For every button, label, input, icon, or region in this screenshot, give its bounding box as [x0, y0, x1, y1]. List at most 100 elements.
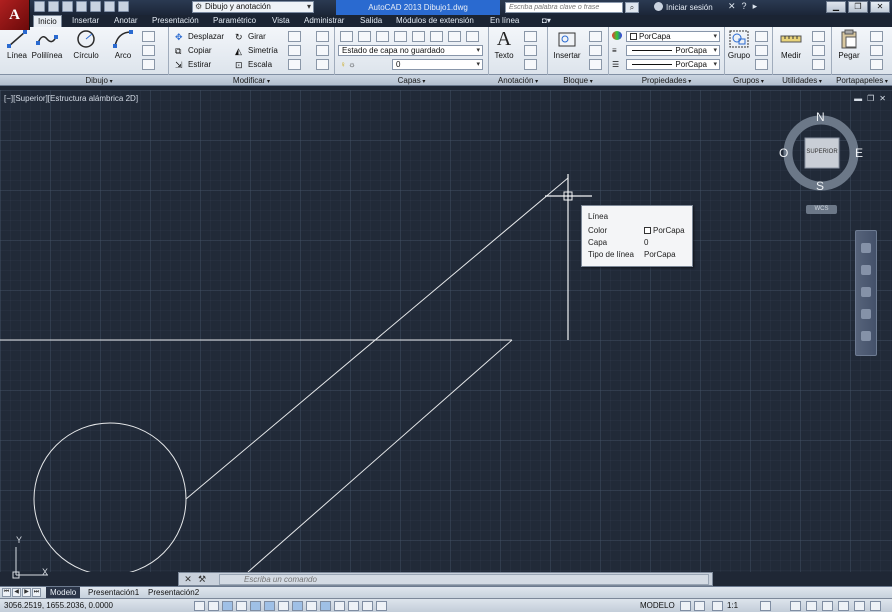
panel-portapapeles[interactable]: Portapapeles	[832, 75, 892, 86]
compass-north[interactable]: N	[816, 110, 825, 124]
quick-properties-icon[interactable]	[362, 601, 373, 611]
save-as-icon[interactable]	[76, 1, 87, 12]
panel-modificar[interactable]: Modificar	[169, 75, 334, 86]
clean-screen-icon[interactable]	[870, 601, 881, 611]
layer-icon[interactable]	[466, 31, 479, 42]
tab-modulos[interactable]: Módulos de extensión	[396, 15, 474, 27]
linetype-select[interactable]: PorCapa	[626, 45, 720, 56]
grupo-button[interactable]: Grupo	[726, 29, 752, 60]
medir-button[interactable]: Medir	[776, 29, 806, 60]
panel-grupos[interactable]: Grupos	[725, 75, 772, 86]
attribute-icon[interactable]	[589, 59, 602, 70]
new-icon[interactable]	[34, 1, 45, 12]
layer-icon[interactable]	[358, 31, 371, 42]
ducs-icon[interactable]	[306, 601, 317, 611]
arco-button[interactable]: Arco	[110, 29, 136, 60]
ellipse-icon[interactable]	[142, 45, 155, 56]
maximize-button[interactable]: ❐	[848, 1, 868, 13]
tab-insertar[interactable]: Insertar	[72, 15, 99, 27]
layer-icon[interactable]	[448, 31, 461, 42]
circulo-button[interactable]: Círculo	[70, 29, 102, 60]
3d-osnap-icon[interactable]	[278, 601, 289, 611]
girar-button[interactable]: ↻ Girar	[235, 31, 266, 42]
undo-icon[interactable]	[104, 1, 115, 12]
desplazar-button[interactable]: ✥ Desplazar	[175, 31, 224, 42]
search-input[interactable]	[505, 2, 623, 13]
quick-select-icon[interactable]	[812, 45, 825, 56]
estirar-button[interactable]: ⇲ Estirar	[175, 59, 211, 70]
orbit-icon[interactable]	[861, 309, 871, 319]
compass-south[interactable]: S	[816, 179, 824, 193]
layer-icon[interactable]	[412, 31, 425, 42]
leader-icon[interactable]	[524, 45, 537, 56]
osnap-icon[interactable]	[264, 601, 275, 611]
ungroup-icon[interactable]	[755, 31, 768, 42]
panel-anotacion[interactable]: Anotación	[489, 75, 547, 86]
lock-icon[interactable]	[806, 601, 817, 611]
layer-icon[interactable]	[376, 31, 389, 42]
application-menu-button[interactable]: A	[0, 0, 30, 30]
cut-icon[interactable]	[870, 31, 883, 42]
copy-clip-icon[interactable]	[870, 45, 883, 56]
panel-dibujo[interactable]: Dibujo	[30, 75, 168, 86]
layer-state-select[interactable]: Estado de capa no guardado	[338, 45, 483, 56]
trim-icon[interactable]	[288, 31, 301, 42]
first-tab-icon[interactable]: ⏮	[2, 588, 11, 597]
tab-administrar[interactable]: Administrar	[304, 15, 344, 27]
status-menu-icon[interactable]	[854, 601, 865, 611]
minimize-button[interactable]: ▁	[826, 1, 846, 13]
array-icon[interactable]	[288, 59, 301, 70]
tab-en-linea[interactable]: En línea	[490, 15, 519, 27]
layer-icon[interactable]	[430, 31, 443, 42]
panel-bloque[interactable]: Bloque	[548, 75, 608, 86]
dyn-icon[interactable]	[320, 601, 331, 611]
explode-icon[interactable]	[316, 45, 329, 56]
linea-button[interactable]: Línea	[4, 29, 30, 60]
lineweight-select[interactable]: PorCapa	[626, 59, 720, 70]
pan-icon[interactable]	[861, 265, 871, 275]
close-icon[interactable]: ✕	[183, 574, 193, 584]
grid-icon[interactable]	[222, 601, 233, 611]
panel-propiedades[interactable]: Propiedades	[609, 75, 724, 86]
copiar-button[interactable]: ⧉ Copiar	[175, 45, 212, 56]
group-edit-icon[interactable]	[755, 45, 768, 56]
simetria-button[interactable]: ◭ Simetría	[235, 45, 278, 56]
create-block-icon[interactable]	[589, 31, 602, 42]
coordinates-readout[interactable]: 3056.2519, 1655.2036, 0.0000	[4, 601, 113, 610]
tab-vista[interactable]: Vista	[272, 15, 290, 27]
layer-properties-icon[interactable]	[340, 31, 353, 42]
erase-icon[interactable]	[316, 31, 329, 42]
search-icon[interactable]: ⌕	[625, 2, 639, 13]
last-tab-icon[interactable]: ⏭	[32, 588, 41, 597]
plot-icon[interactable]	[90, 1, 101, 12]
viewcube-face-top[interactable]: SUPERIOR	[805, 149, 839, 155]
command-input[interactable]	[219, 574, 709, 585]
group-select-icon[interactable]	[755, 59, 768, 70]
polilinea-button[interactable]: Polilínea	[30, 29, 64, 60]
quick-view-drawings-icon[interactable]	[694, 601, 705, 611]
ortho-icon[interactable]	[236, 601, 247, 611]
table-icon[interactable]	[524, 59, 537, 70]
viewcube[interactable]: N S E O SUPERIOR	[779, 110, 865, 196]
drawing-area[interactable]	[0, 90, 892, 572]
showmotion-icon[interactable]	[861, 331, 871, 341]
tab-presentacion[interactable]: Presentación	[152, 15, 199, 27]
edit-block-icon[interactable]	[589, 45, 602, 56]
exchange-icon[interactable]: ✕	[728, 1, 736, 12]
panel-capas[interactable]: Capas	[335, 75, 488, 86]
save-icon[interactable]	[62, 1, 73, 12]
zoom-icon[interactable]	[861, 287, 871, 297]
tab-salida[interactable]: Salida	[360, 15, 382, 27]
pegar-button[interactable]: Pegar	[836, 29, 862, 60]
snap-icon[interactable]	[208, 601, 219, 611]
redo-icon[interactable]	[118, 1, 129, 12]
model-space-indicator[interactable]: MODELO	[640, 601, 675, 610]
viewport-controls-label[interactable]: [−][Superior][Estructura alámbrica 2D]	[4, 94, 138, 103]
selection-cycling-icon[interactable]	[376, 601, 387, 611]
tab-anotar[interactable]: Anotar	[114, 15, 138, 27]
layer-icon[interactable]	[394, 31, 407, 42]
wcs-menu[interactable]: WCS	[806, 205, 837, 214]
close-button[interactable]: ✕	[870, 1, 890, 13]
annotation-scale-icon[interactable]	[712, 601, 723, 611]
transparency-icon[interactable]	[348, 601, 359, 611]
